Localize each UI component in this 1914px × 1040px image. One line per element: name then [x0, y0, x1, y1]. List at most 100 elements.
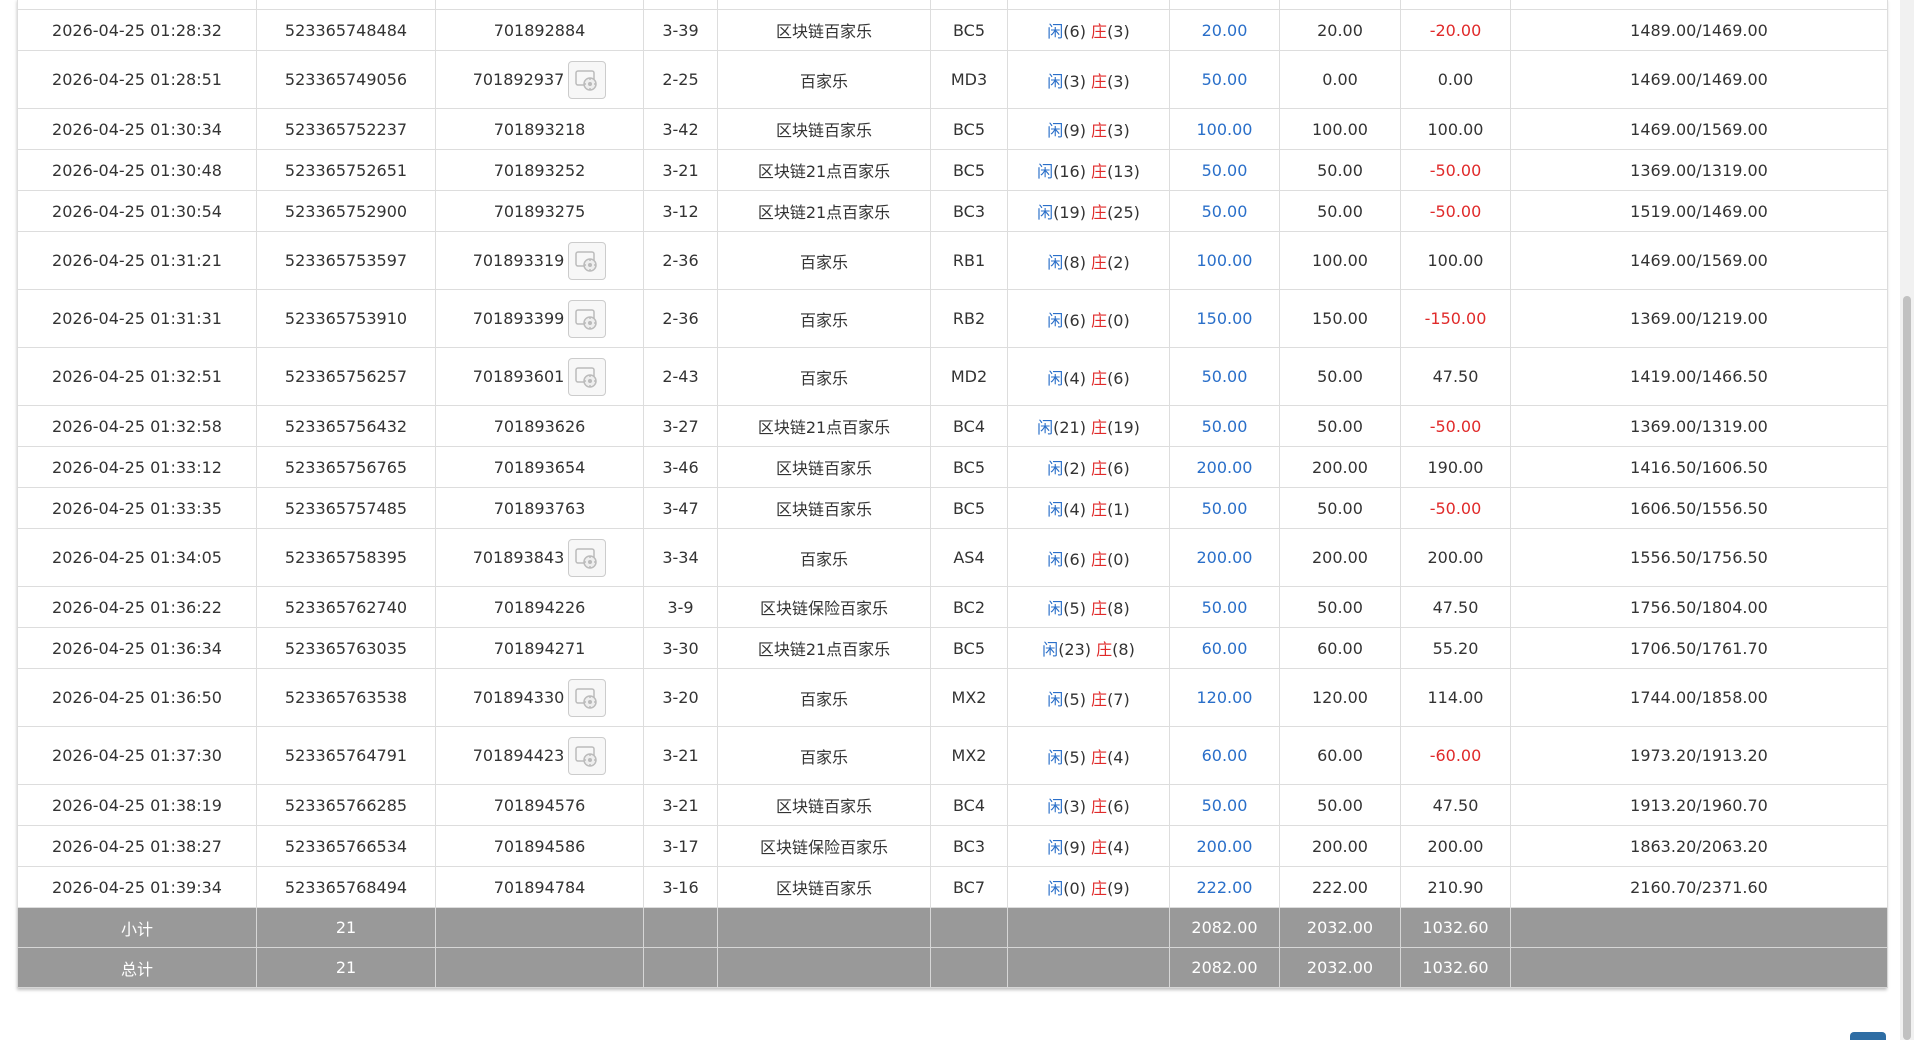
- player-points: (5): [1063, 689, 1086, 709]
- replay-thumbnail-icon[interactable]: [568, 357, 607, 396]
- cell-shoe: 3-46: [643, 446, 718, 488]
- cell-result: 闲(5) 庄(8): [1007, 586, 1170, 628]
- summary-empty-cell: [643, 947, 718, 988]
- cell-game: 区块链21点百家乐: [717, 190, 931, 232]
- cell-bet: 222.00: [1169, 866, 1280, 908]
- order-no-text: 523365752237: [284, 119, 408, 139]
- cell-result: 闲(6) 庄(0): [1007, 289, 1170, 348]
- game-name-text: 区块链21点百家乐: [757, 640, 891, 659]
- cell-valid-bet: 50.00: [1279, 347, 1401, 406]
- player-points: (3): [1063, 71, 1086, 91]
- balance-text: 1416.50/1606.50: [1630, 457, 1768, 477]
- game-no-text: 701893763: [493, 498, 586, 518]
- cell-table: BC4: [930, 405, 1008, 447]
- cell-game-no: 701894271: [435, 627, 644, 669]
- banker-label: 庄: [1091, 549, 1108, 569]
- cell-valid-bet: 120.00: [1279, 668, 1401, 727]
- game-no-text: 701894423: [472, 746, 565, 765]
- cell-bet: 50.00: [1169, 487, 1280, 529]
- replay-thumbnail-icon[interactable]: [568, 60, 607, 99]
- player-points: (9): [1063, 121, 1086, 140]
- game-no-wrapper: 701892937: [473, 60, 607, 99]
- cell-valid-bet: 200.00: [1279, 825, 1401, 867]
- game-no-wrapper: 701892884: [494, 21, 586, 40]
- table-cell: [1279, 0, 1401, 10]
- cell-bet: 200.00: [1169, 446, 1280, 488]
- cell-game-no: 701894586: [435, 825, 644, 867]
- cell-game: 区块链百家乐: [717, 866, 931, 908]
- summary-empty-cell: [930, 947, 1008, 988]
- cell-valid-bet: 50.00: [1279, 149, 1401, 191]
- page-corner-button[interactable]: [1850, 1032, 1886, 1040]
- valid-bet-amount: 20.00: [1317, 20, 1363, 40]
- cell-result: 闲(5) 庄(7): [1007, 668, 1170, 727]
- banker-label: 庄: [1091, 599, 1108, 618]
- cell-time: 2026-04-25 01:33:12: [17, 446, 257, 488]
- player-label: 闲: [1047, 121, 1064, 140]
- vertical-scrollbar[interactable]: [1900, 0, 1914, 1040]
- player-label: 闲: [1047, 368, 1064, 388]
- game-name-text: 区块链百家乐: [775, 22, 872, 41]
- player-points: (23): [1058, 640, 1092, 659]
- table-cell: [1400, 0, 1511, 10]
- cell-result: 闲(9) 庄(3): [1007, 108, 1170, 150]
- summary-valid-bet-cell: 2032.00: [1279, 947, 1401, 988]
- balance-text: 1369.00/1219.00: [1630, 309, 1768, 328]
- cell-game-no: 701892884: [435, 9, 644, 51]
- player-points: (8): [1063, 252, 1086, 272]
- win-loss-amount: 47.50: [1432, 597, 1479, 617]
- replay-thumbnail-icon[interactable]: [568, 538, 607, 577]
- banker-points: (13): [1107, 162, 1140, 181]
- win-loss-amount: -20.00: [1429, 20, 1482, 40]
- valid-bet-amount: 50.00: [1317, 160, 1363, 180]
- shoe-text: 3-30: [662, 638, 699, 658]
- table-code-text: BC5: [952, 498, 986, 518]
- page: 2026-04-25 01:28:32 523365748484 701892884…: [0, 0, 1914, 1040]
- balance-text: 1369.00/1319.00: [1630, 160, 1768, 180]
- time-text: 2026-04-25 01:39:34: [52, 877, 222, 897]
- table-cell: [256, 0, 436, 10]
- cell-time: 2026-04-25 01:31:31: [17, 289, 257, 348]
- summary-label-cell: 小计: [17, 907, 257, 948]
- cell-valid-bet: 20.00: [1279, 9, 1401, 51]
- subtotal-row: 小计 21 2082.00 2032.00 1032.60: [17, 907, 1888, 948]
- cell-table: BC3: [930, 825, 1008, 867]
- cell-shoe: 2-25: [643, 50, 718, 109]
- balance-text: 1913.20/1960.70: [1630, 795, 1768, 815]
- win-loss-amount: -50.00: [1429, 201, 1482, 221]
- table-row: 2026-04-25 01:31:31 523365753910 701893399…: [17, 289, 1888, 348]
- replay-thumbnail-icon[interactable]: [568, 299, 607, 338]
- order-no-text: 523365753910: [284, 309, 408, 328]
- replay-thumbnail-icon[interactable]: [568, 736, 607, 775]
- game-no-text: 701894784: [493, 877, 586, 897]
- game-no-text: 701894226: [493, 597, 586, 617]
- valid-bet-amount: 100.00: [1312, 119, 1368, 139]
- player-points: (2): [1063, 459, 1086, 478]
- cell-bet: 100.00: [1169, 108, 1280, 150]
- win-loss-amount: 190.00: [1427, 457, 1484, 477]
- cell-game-no: 701894330: [435, 668, 644, 727]
- player-points: (0): [1063, 879, 1086, 898]
- cell-order-no: 523365753597: [256, 231, 436, 290]
- summary-empty-cell: [1510, 947, 1888, 988]
- win-loss-amount: 100.00: [1427, 251, 1484, 270]
- summary-empty-cell: [930, 907, 1008, 948]
- replay-thumbnail-icon[interactable]: [568, 678, 607, 717]
- replay-thumbnail-icon[interactable]: [568, 241, 607, 280]
- cell-game-no: 701894226: [435, 586, 644, 628]
- game-no-text: 701894576: [493, 795, 586, 815]
- player-label: 闲: [1047, 689, 1064, 709]
- game-no-wrapper: 701893319: [473, 241, 607, 280]
- cell-game: 区块链百家乐: [717, 446, 931, 488]
- valid-bet-amount: 222.00: [1312, 877, 1368, 897]
- banker-points: (0): [1107, 310, 1130, 330]
- summary-empty-cell: [1007, 907, 1170, 948]
- balance-text: 1744.00/1858.00: [1630, 688, 1768, 707]
- cell-balance: 1469.00/1569.00: [1510, 108, 1888, 150]
- cell-game: 区块链21点百家乐: [717, 149, 931, 191]
- cell-bet: 50.00: [1169, 190, 1280, 232]
- summary-bet-cell: 2082.00: [1169, 907, 1280, 948]
- order-no-text: 523365763035: [284, 638, 408, 658]
- scrollbar-thumb[interactable]: [1903, 296, 1911, 1040]
- game-no-wrapper: 701893654: [494, 458, 586, 477]
